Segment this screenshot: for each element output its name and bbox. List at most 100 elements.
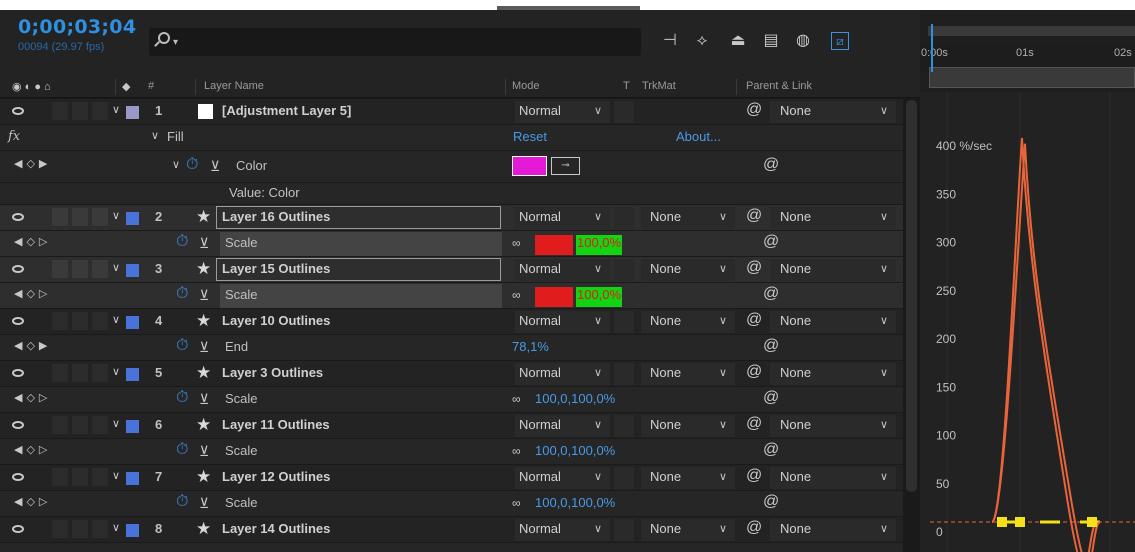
mode-dropdown[interactable]: Normal ∨ bbox=[515, 467, 610, 489]
audio-cell[interactable] bbox=[52, 208, 68, 226]
current-time-indicator[interactable] bbox=[931, 24, 933, 72]
lock-cell[interactable] bbox=[92, 364, 108, 382]
parent-dropdown[interactable]: None ∨ bbox=[770, 467, 896, 489]
trkmat-dropdown[interactable]: None ∨ bbox=[641, 467, 735, 489]
parent-dropdown[interactable]: None ∨ bbox=[770, 363, 896, 385]
track-matte-toggle[interactable] bbox=[614, 363, 634, 385]
trkmat-dropdown[interactable]: None ∨ bbox=[641, 207, 735, 229]
expand-chevron-icon[interactable]: ∨ bbox=[112, 365, 120, 378]
visibility-eye-icon[interactable] bbox=[12, 265, 24, 273]
expression-pickwhip-icon[interactable]: @ bbox=[763, 285, 779, 303]
reset-link[interactable]: Reset bbox=[513, 129, 547, 144]
graph-icon[interactable]: ⊻ bbox=[210, 158, 220, 175]
layer-name[interactable]: [Adjustment Layer 5] bbox=[222, 103, 351, 118]
solo-cell[interactable] bbox=[72, 364, 88, 382]
keyframe-navigator[interactable]: ◀◇▷ bbox=[14, 235, 51, 248]
expand-chevron-icon[interactable]: ∨ bbox=[112, 261, 120, 274]
track-matte-toggle[interactable] bbox=[614, 101, 634, 123]
frame-blending-icon[interactable]: ▤ bbox=[760, 30, 782, 52]
stopwatch-icon[interactable]: ⏱ bbox=[176, 233, 188, 251]
stopwatch-icon[interactable]: ⏱ bbox=[176, 285, 188, 303]
visibility-eye-icon[interactable] bbox=[12, 317, 24, 325]
expand-chevron-icon[interactable]: ∨ bbox=[112, 313, 120, 326]
trkmat-dropdown[interactable]: None ∨ bbox=[641, 519, 735, 541]
mode-dropdown[interactable]: Normal ∨ bbox=[515, 363, 610, 385]
lock-cell[interactable] bbox=[92, 102, 108, 120]
parent-dropdown[interactable]: None ∨ bbox=[770, 101, 896, 123]
layer-name[interactable]: Layer 11 Outlines bbox=[222, 417, 330, 432]
audio-cell[interactable] bbox=[52, 416, 68, 434]
visibility-eye-icon[interactable] bbox=[12, 421, 24, 429]
graph-editor-icon[interactable]: ⧄ bbox=[831, 32, 849, 50]
trkmat-dropdown[interactable]: None ∨ bbox=[641, 311, 735, 333]
layer-row-2[interactable]: ∨ 2 ★ Layer 16 Outlines Normal ∨ None ∨ @ … bbox=[0, 204, 903, 230]
mode-dropdown[interactable]: Normal ∨ bbox=[515, 259, 610, 281]
audio-cell[interactable] bbox=[52, 312, 68, 330]
expression-pickwhip-icon[interactable]: @ bbox=[763, 441, 779, 459]
audio-cell[interactable] bbox=[52, 260, 68, 278]
parent-pickwhip-icon[interactable]: @ bbox=[746, 415, 762, 433]
solo-cell[interactable] bbox=[72, 312, 88, 330]
comp-mini-flowchart-icon[interactable]: ⊣ bbox=[659, 30, 681, 52]
expand-chevron-icon[interactable]: ∨ bbox=[172, 158, 180, 171]
expression-pickwhip-icon[interactable]: @ bbox=[763, 389, 779, 407]
about-link[interactable]: About... bbox=[676, 129, 721, 144]
mode-dropdown[interactable]: Normal ∨ bbox=[515, 101, 610, 123]
parent-pickwhip-icon[interactable]: @ bbox=[746, 207, 762, 225]
end-value[interactable]: 78,1% bbox=[512, 339, 549, 354]
graph-series-2[interactable] bbox=[991, 143, 1101, 552]
visibility-eye-icon[interactable] bbox=[12, 107, 24, 115]
track-matte-toggle[interactable] bbox=[614, 207, 634, 229]
mode-dropdown[interactable]: Normal ∨ bbox=[515, 519, 610, 541]
layer-row-8[interactable]: ∨ 8 ★ Layer 14 Outlines Normal ∨ None ∨ @ … bbox=[0, 516, 903, 542]
scrollbar-thumb[interactable] bbox=[906, 100, 917, 492]
audio-cell[interactable] bbox=[52, 520, 68, 538]
constrain-proportions-icon[interactable]: ∞ bbox=[512, 444, 521, 458]
stopwatch-icon[interactable]: ⏱ bbox=[176, 493, 188, 511]
keyframe-navigator[interactable]: ◀◇▶ bbox=[14, 157, 51, 170]
visibility-eye-icon[interactable] bbox=[12, 213, 24, 221]
graph-icon[interactable]: ⊻ bbox=[199, 235, 209, 252]
label-color-swatch[interactable] bbox=[126, 264, 139, 277]
parent-pickwhip-icon[interactable]: @ bbox=[746, 363, 762, 381]
label-color-swatch[interactable] bbox=[126, 420, 139, 433]
solo-cell[interactable] bbox=[72, 520, 88, 538]
expression-pickwhip-icon[interactable]: @ bbox=[763, 156, 779, 174]
visibility-eye-icon[interactable] bbox=[12, 525, 24, 533]
graph-area[interactable]: 400 %/sec 350 300 250 200 150 100 50 0 bbox=[920, 92, 1135, 552]
trkmat-dropdown[interactable]: None ∨ bbox=[641, 363, 735, 385]
stopwatch-icon[interactable]: ⏱ bbox=[176, 389, 188, 407]
constrain-proportions-icon[interactable]: ∞ bbox=[512, 288, 521, 302]
track-matte-toggle[interactable] bbox=[614, 467, 634, 489]
scale-value[interactable]: 100,0,100,0% bbox=[535, 495, 615, 510]
expression-pickwhip-icon[interactable]: @ bbox=[763, 233, 779, 251]
scale-value[interactable]: 100,0,100,0% bbox=[535, 391, 615, 406]
lock-cell[interactable] bbox=[92, 312, 108, 330]
label-color-swatch[interactable] bbox=[126, 472, 139, 485]
graph-icon[interactable]: ⊻ bbox=[199, 339, 209, 356]
stopwatch-icon[interactable]: ⏱ bbox=[176, 441, 188, 459]
track-matte-toggle[interactable] bbox=[614, 259, 634, 281]
effect-name[interactable]: Fill bbox=[167, 129, 184, 144]
parent-dropdown[interactable]: None ∨ bbox=[770, 311, 896, 333]
parent-pickwhip-icon[interactable]: @ bbox=[746, 101, 762, 119]
graph-icon[interactable]: ⊻ bbox=[199, 495, 209, 512]
lock-cell[interactable] bbox=[92, 416, 108, 434]
parent-dropdown[interactable]: None ∨ bbox=[770, 207, 896, 229]
expand-chevron-icon[interactable]: ∨ bbox=[112, 417, 120, 430]
label-color-swatch[interactable] bbox=[126, 524, 139, 537]
label-color-swatch[interactable] bbox=[126, 106, 139, 119]
audio-cell[interactable] bbox=[52, 364, 68, 382]
graph-series-1[interactable] bbox=[991, 137, 1098, 552]
keyframe-navigator[interactable]: ◀◇▷ bbox=[14, 287, 51, 300]
lock-cell[interactable] bbox=[92, 208, 108, 226]
parent-pickwhip-icon[interactable]: @ bbox=[746, 259, 762, 277]
keyframe-navigator[interactable]: ◀◇▷ bbox=[14, 495, 51, 508]
solo-cell[interactable] bbox=[72, 102, 88, 120]
scale-value[interactable]: 100,0,100,0% bbox=[535, 443, 615, 458]
column-mode[interactable]: Mode bbox=[512, 80, 540, 92]
solo-cell[interactable] bbox=[72, 416, 88, 434]
layer-scrollbar[interactable] bbox=[903, 98, 920, 552]
keyframe-marker[interactable] bbox=[997, 517, 1007, 527]
search-input[interactable]: ▾ bbox=[149, 28, 641, 56]
